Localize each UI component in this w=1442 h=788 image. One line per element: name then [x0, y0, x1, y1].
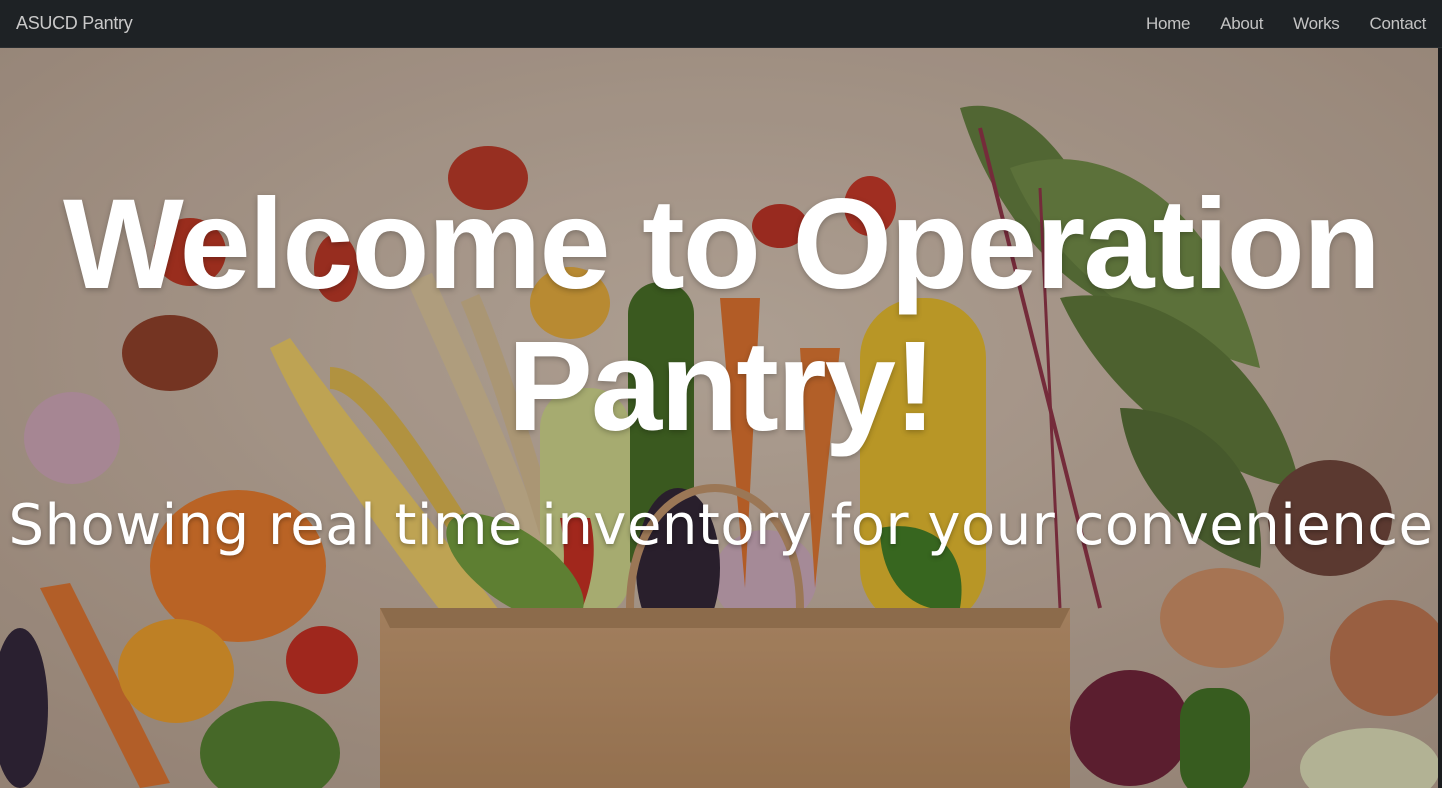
nav-link-home[interactable]: Home: [1146, 14, 1190, 34]
hero-title: Welcome to Operation Pantry!: [0, 174, 1442, 458]
hero-title-line-2: Pantry!: [507, 315, 937, 458]
hero-title-line-1: Welcome to Operation: [62, 173, 1381, 316]
brand-link[interactable]: ASUCD Pantry: [16, 13, 133, 34]
hero-section: Welcome to Operation Pantry! Showing rea…: [0, 48, 1442, 788]
nav-link-works[interactable]: Works: [1293, 14, 1340, 34]
hero-subtitle: Showing real time inventory for your con…: [8, 493, 1434, 558]
top-navbar: ASUCD Pantry Home About Works Contact: [0, 0, 1442, 48]
nav-link-contact[interactable]: Contact: [1370, 14, 1427, 34]
nav-links: Home About Works Contact: [1146, 14, 1426, 34]
nav-link-about[interactable]: About: [1220, 14, 1263, 34]
